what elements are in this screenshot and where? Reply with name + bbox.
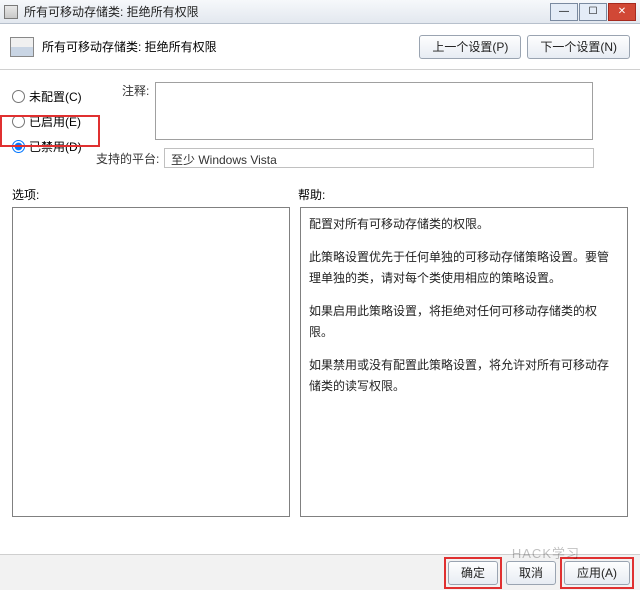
- radio-disabled-input[interactable]: [12, 140, 25, 153]
- policy-icon: [10, 37, 34, 57]
- window-titlebar: 所有可移动存储类: 拒绝所有权限 — ☐ ✕: [0, 0, 640, 24]
- prev-setting-button[interactable]: 上一个设置(P): [419, 35, 521, 59]
- options-label: 选项:: [12, 186, 298, 203]
- ok-button[interactable]: 确定: [448, 561, 498, 585]
- app-icon: [4, 5, 18, 19]
- dialog-title: 所有可移动存储类: 拒绝所有权限: [42, 38, 217, 55]
- radio-not-configured[interactable]: 未配置(C): [12, 88, 112, 105]
- help-text-1: 配置对所有可移动存储类的权限。: [309, 214, 619, 235]
- help-pane: 配置对所有可移动存储类的权限。 此策略设置优先于任何单独的可移动存储策略设置。要…: [300, 207, 628, 517]
- platform-label: 支持的平台:: [96, 150, 159, 167]
- cancel-button[interactable]: 取消: [506, 561, 556, 585]
- radio-enabled-label: 已启用(E): [29, 113, 81, 130]
- next-setting-button[interactable]: 下一个设置(N): [527, 35, 630, 59]
- apply-button[interactable]: 应用(A): [564, 561, 630, 585]
- button-bar: 确定 取消 应用(A): [0, 554, 640, 590]
- radio-not-configured-label: 未配置(C): [29, 88, 82, 105]
- help-text-3: 如果启用此策略设置，将拒绝对任何可移动存储类的权限。: [309, 301, 619, 343]
- window-title: 所有可移动存储类: 拒绝所有权限: [24, 3, 199, 20]
- dialog-header: 所有可移动存储类: 拒绝所有权限 上一个设置(P) 下一个设置(N): [0, 24, 640, 70]
- comment-label: 注释:: [122, 82, 149, 99]
- close-button[interactable]: ✕: [608, 3, 636, 21]
- comment-textarea[interactable]: [155, 82, 593, 140]
- maximize-button[interactable]: ☐: [579, 3, 607, 21]
- platform-value: 至少 Windows Vista: [164, 148, 594, 168]
- options-pane: [12, 207, 290, 517]
- radio-not-configured-input[interactable]: [12, 90, 25, 103]
- help-text-2: 此策略设置优先于任何单独的可移动存储策略设置。要管理单独的类，请对每个类使用相应…: [309, 247, 619, 289]
- minimize-button[interactable]: —: [550, 3, 578, 21]
- help-text-4: 如果禁用或没有配置此策略设置，将允许对所有可移动存储类的读写权限。: [309, 355, 619, 397]
- radio-disabled-label: 已禁用(D): [29, 138, 82, 155]
- radio-enabled-input[interactable]: [12, 115, 25, 128]
- help-label: 帮助:: [298, 186, 628, 203]
- radio-enabled[interactable]: 已启用(E): [12, 113, 112, 130]
